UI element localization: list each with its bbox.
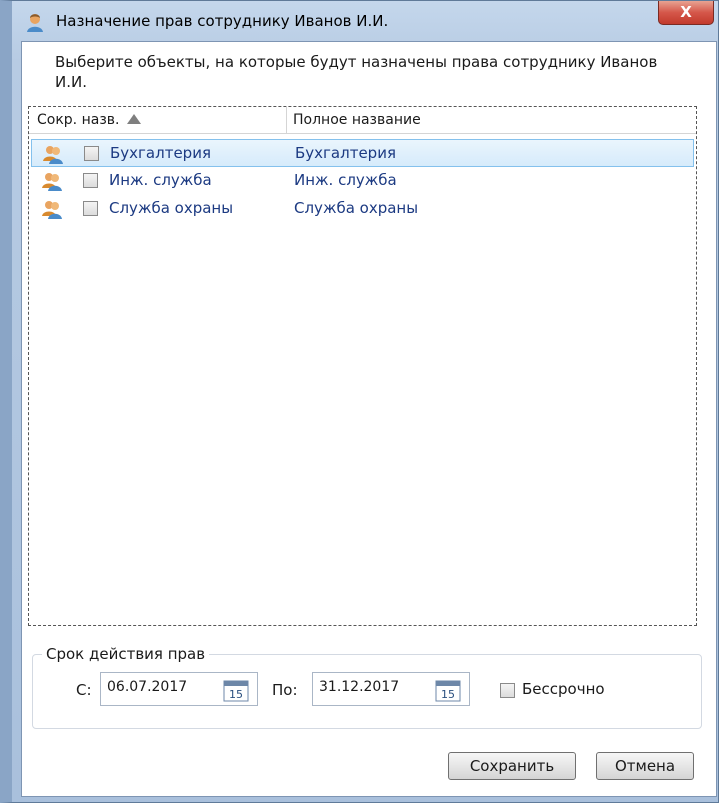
from-date-picker[interactable]: 06.07.2017 15 <box>100 672 258 706</box>
row-checkbox[interactable] <box>83 173 98 188</box>
validity-group-title: Срок действия прав <box>42 645 210 663</box>
users-group-icon <box>42 201 62 219</box>
row-full-name: Бухгалтерия <box>295 144 396 162</box>
unlimited-checkbox[interactable] <box>500 683 515 698</box>
cancel-button[interactable]: Отмена <box>596 752 694 780</box>
row-checkbox[interactable] <box>83 201 98 216</box>
close-button[interactable]: X <box>658 1 714 25</box>
sort-ascending-icon <box>127 114 142 124</box>
users-group-icon <box>43 146 63 164</box>
row-checkbox[interactable] <box>84 146 99 161</box>
list-header: Сокр. назв. Полное название <box>29 107 696 134</box>
row-short-name: Бухгалтерия <box>110 144 211 162</box>
row-full-name: Служба охраны <box>294 199 419 217</box>
calendar-day: 15 <box>229 688 243 701</box>
row-short-name: Инж. служба <box>109 171 212 189</box>
save-button[interactable]: Сохранить <box>448 752 576 780</box>
calendar-icon[interactable]: 15 <box>435 680 461 702</box>
column-header-short[interactable]: Сокр. назв. <box>37 107 277 133</box>
from-label: С: <box>76 681 92 699</box>
to-date-value: 31.12.2017 <box>319 679 400 695</box>
objects-list[interactable]: Сокр. назв. Полное название Бухгалтерия … <box>28 106 697 626</box>
unlimited-label[interactable]: Бессрочно <box>522 680 605 698</box>
to-date-picker[interactable]: 31.12.2017 15 <box>312 672 470 706</box>
list-item[interactable]: Бухгалтерия Бухгалтерия <box>31 139 694 167</box>
calendar-day: 15 <box>441 688 455 701</box>
calendar-icon[interactable]: 15 <box>223 680 249 702</box>
from-date-value: 06.07.2017 <box>107 679 188 695</box>
title-bar: Назначение прав сотруднику Иванов И.И. X <box>12 1 718 41</box>
column-header-short-label: Сокр. назв. <box>37 112 120 128</box>
row-full-name: Инж. служба <box>294 171 397 189</box>
users-icon <box>27 14 43 32</box>
column-header-full[interactable]: Полное название <box>286 107 693 133</box>
row-short-name: Служба охраны <box>109 199 234 217</box>
window-title: Назначение прав сотруднику Иванов И.И. <box>56 12 389 30</box>
list-item[interactable]: Инж. служба Инж. служба <box>31 167 694 195</box>
instruction-text: Выберите объекты, на которые будут назна… <box>55 53 658 91</box>
users-group-icon <box>42 173 62 191</box>
list-item[interactable]: Служба охраны Служба охраны <box>31 195 694 223</box>
to-label: По: <box>272 681 298 699</box>
